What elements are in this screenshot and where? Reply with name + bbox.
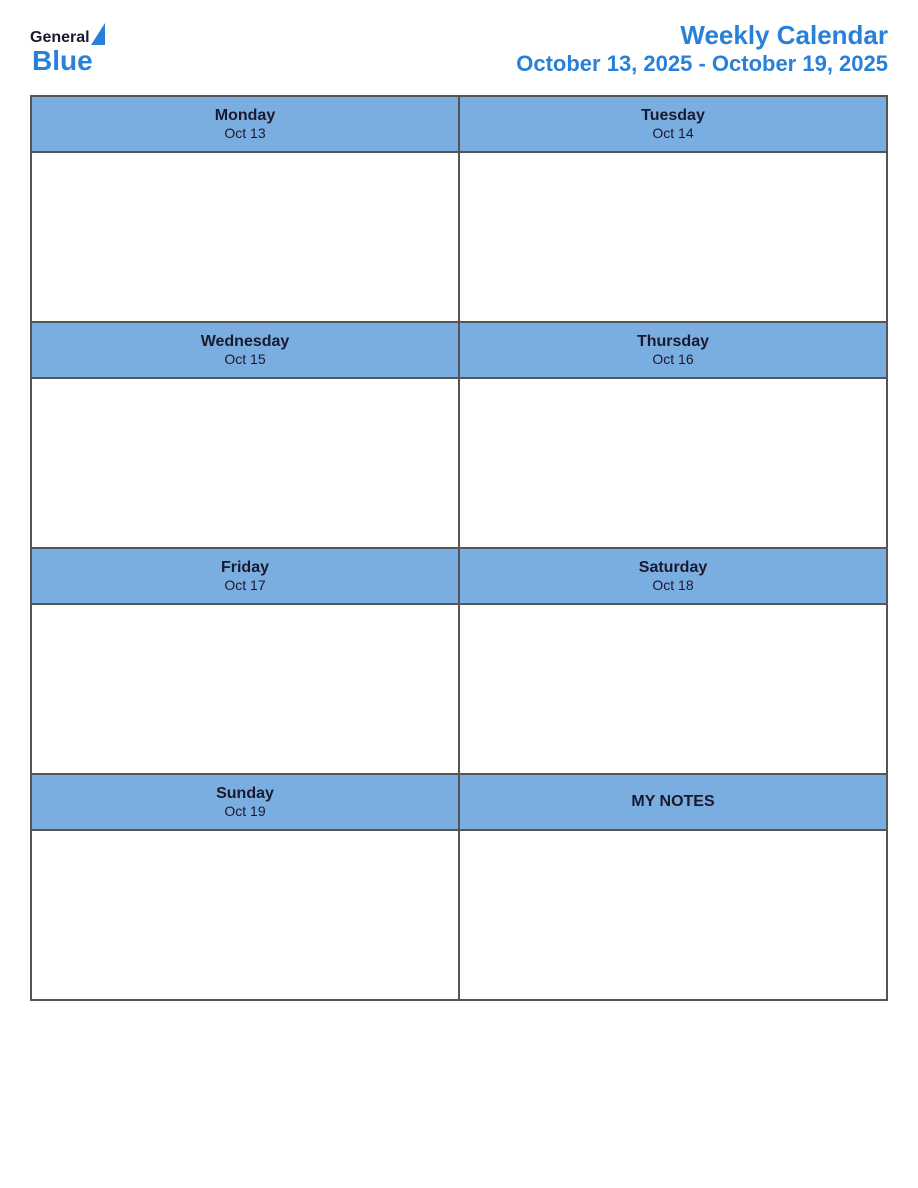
logo-blue-text: Blue — [30, 47, 93, 75]
friday-body[interactable] — [31, 604, 459, 774]
logo-triangle-icon — [91, 23, 105, 45]
thursday-body[interactable] — [459, 378, 887, 548]
monday-header: Monday Oct 13 — [31, 96, 459, 152]
logo: General Blue — [30, 23, 106, 75]
sunday-header: Sunday Oct 19 — [31, 774, 459, 830]
body-row-2 — [31, 378, 887, 548]
header-row-3: Friday Oct 17 Saturday Oct 18 — [31, 548, 887, 604]
monday-date: Oct 13 — [36, 125, 454, 141]
tuesday-header: Tuesday Oct 14 — [459, 96, 887, 152]
sunday-date: Oct 19 — [36, 803, 454, 819]
logo-top: General — [30, 23, 106, 47]
body-row-3 — [31, 604, 887, 774]
saturday-name: Saturday — [464, 559, 882, 577]
notes-header: MY NOTES — [459, 774, 887, 830]
wednesday-date: Oct 15 — [36, 351, 454, 367]
notes-label: MY NOTES — [631, 793, 714, 811]
header-row-4: Sunday Oct 19 MY NOTES — [31, 774, 887, 830]
thursday-name: Thursday — [464, 333, 882, 351]
thursday-date: Oct 16 — [464, 351, 882, 367]
monday-name: Monday — [36, 107, 454, 125]
header-row-1: Monday Oct 13 Tuesday Oct 14 — [31, 96, 887, 152]
header-row-2: Wednesday Oct 15 Thursday Oct 16 — [31, 322, 887, 378]
wednesday-header: Wednesday Oct 15 — [31, 322, 459, 378]
body-row-4 — [31, 830, 887, 1000]
calendar-date-range: October 13, 2025 - October 19, 2025 — [516, 51, 888, 77]
calendar-grid: Monday Oct 13 Tuesday Oct 14 Wednesday O… — [30, 95, 888, 1001]
notes-body[interactable] — [459, 830, 887, 1000]
sunday-body[interactable] — [31, 830, 459, 1000]
wednesday-body[interactable] — [31, 378, 459, 548]
friday-header: Friday Oct 17 — [31, 548, 459, 604]
calendar-title: Weekly Calendar — [516, 20, 888, 51]
body-row-1 — [31, 152, 887, 322]
title-block: Weekly Calendar October 13, 2025 - Octob… — [516, 20, 888, 77]
logo-general-text: General — [30, 29, 90, 47]
monday-body[interactable] — [31, 152, 459, 322]
saturday-header: Saturday Oct 18 — [459, 548, 887, 604]
thursday-header: Thursday Oct 16 — [459, 322, 887, 378]
tuesday-name: Tuesday — [464, 107, 882, 125]
saturday-body[interactable] — [459, 604, 887, 774]
saturday-date: Oct 18 — [464, 577, 882, 593]
friday-date: Oct 17 — [36, 577, 454, 593]
wednesday-name: Wednesday — [36, 333, 454, 351]
tuesday-body[interactable] — [459, 152, 887, 322]
tuesday-date: Oct 14 — [464, 125, 882, 141]
friday-name: Friday — [36, 559, 454, 577]
sunday-name: Sunday — [36, 785, 454, 803]
page-header: General Blue Weekly Calendar October 13,… — [30, 20, 888, 77]
